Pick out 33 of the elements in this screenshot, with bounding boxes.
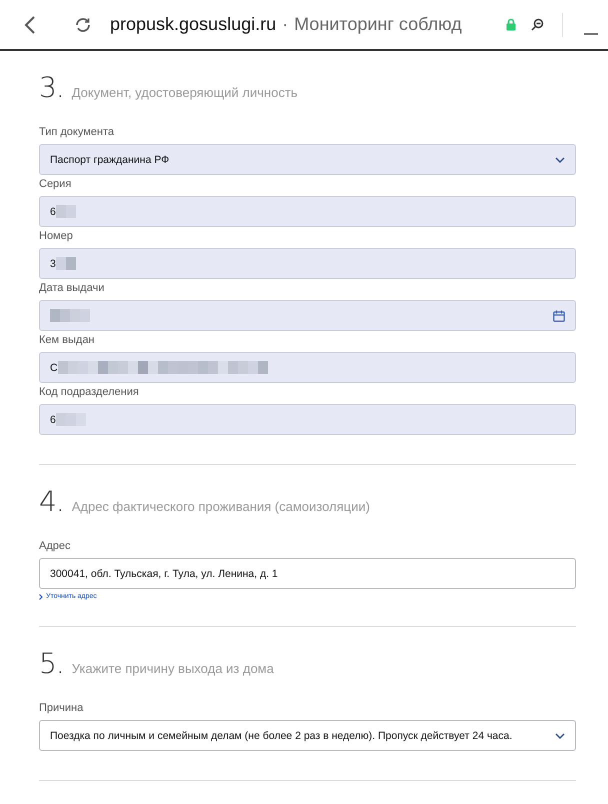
url-domain[interactable]: propusk.gosuslugi.ru [110,14,276,34]
field-label: Серия [39,178,72,191]
input-field[interactable]: 3 [39,248,576,279]
input-field[interactable]: 6 [39,196,576,227]
chevron-down-icon [555,156,565,162]
field-label: Кем выдан [39,334,96,347]
section-title: Адрес фактического проживания (самоизоляции) [72,499,370,514]
field-label: Тип документа [39,126,116,139]
date-field[interactable] [39,300,576,331]
section-number: 3. [39,71,64,104]
field-label: Номер [39,230,74,243]
section-title: Укажите причину выхода из дома [72,661,274,676]
section-title: Документ, удостоверяющий личность [72,85,298,100]
section-number: 4. [39,485,64,518]
dropdown[interactable]: Поездка по личным и семейным делам (не более 2 раз в неделю). Пропуск действует 24 часа. [39,720,576,751]
input-field[interactable]: 300041, обл. Тульская, г. Тула, ул. Ленина, д. 1 [39,558,576,589]
zoom-icon[interactable] [531,18,544,31]
field-label: Причина [39,702,84,715]
page-title: Мониторинг соблюд [294,14,462,34]
chevron-down-icon [555,732,565,738]
dropdown[interactable]: Паспорт гражданина РФ [39,144,576,175]
section-number: 5. [39,647,64,680]
minimize-icon[interactable] [584,32,598,36]
calendar-icon [553,310,565,322]
field-label: Дата выдачи [39,282,106,295]
input-field[interactable]: С [39,352,576,383]
url-separator: · [282,14,288,34]
chevron-right-icon [39,594,43,600]
field-label: Код подразделения [39,386,140,399]
input-field[interactable]: 6 [39,404,576,435]
field-label: Адрес [39,540,72,553]
reload-icon[interactable] [74,16,92,34]
back-icon[interactable] [24,14,36,34]
